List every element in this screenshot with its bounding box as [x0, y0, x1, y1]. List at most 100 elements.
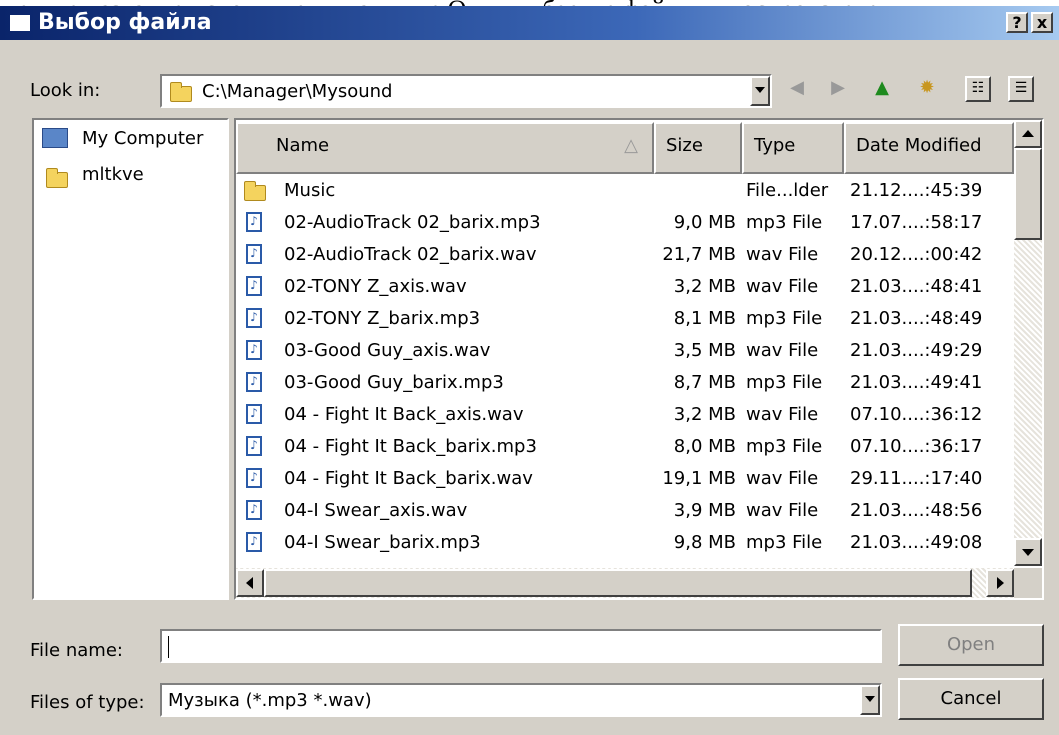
- look-in-dropdown-button[interactable]: [750, 76, 770, 106]
- look-in-combo[interactable]: C:\Manager\Mysound: [160, 74, 772, 108]
- file-row[interactable]: ♪ 02-TONY Z_barix.mp3 8,1 MB mp3 File 21.03.…: [236, 306, 1014, 334]
- column-header-type[interactable]: Type: [742, 122, 844, 174]
- file-size-cell: 19,1 MB: [662, 468, 736, 489]
- file-row[interactable]: ♪ 04 - Fight It Back_barix.wav 19,1 MB wav …: [236, 466, 1014, 494]
- audio-file-icon: ♪: [246, 340, 262, 360]
- file-name-cell: 04 - Fight It Back_axis.wav: [284, 404, 524, 425]
- new-folder-icon[interactable]: ✹: [915, 76, 939, 100]
- folder-icon: [170, 82, 192, 102]
- close-button[interactable]: x: [1031, 12, 1053, 33]
- places-item-my-computer[interactable]: My Computer: [40, 126, 225, 156]
- cancel-button-label: Cancel: [940, 688, 1002, 709]
- scroll-right-button[interactable]: [986, 569, 1014, 597]
- chevron-down-icon: [865, 696, 875, 702]
- column-header-size[interactable]: Size: [654, 122, 742, 174]
- file-rows: Music File...lder 21.12....:45:39 ♪ 02-Audio…: [236, 178, 1014, 568]
- file-size-cell: 3,2 MB: [673, 404, 736, 425]
- file-row[interactable]: ♪ 03-Good Guy_axis.wav 3,5 MB wav File 21.03…: [236, 338, 1014, 366]
- file-row[interactable]: ♪ 04 - Fight It Back_barix.mp3 8,0 MB mp3 F…: [236, 434, 1014, 462]
- file-date-cell: 17.07....:58:17: [850, 212, 983, 233]
- file-date-cell: 21.03....:48:41: [850, 276, 983, 297]
- file-size-cell: 8,7 MB: [673, 372, 736, 393]
- folder-icon: [244, 181, 266, 201]
- file-name-cell: 03-Good Guy_axis.wav: [284, 340, 491, 361]
- file-type-cell: mp3 File: [746, 436, 823, 457]
- chevron-right-icon: [997, 577, 1004, 589]
- files-of-type-label: Files of type:: [30, 692, 145, 713]
- file-size-cell: 9,8 MB: [673, 532, 736, 553]
- file-row[interactable]: ♪ 04-I Swear_barix.mp3 9,8 MB mp3 File 21.03…: [236, 530, 1014, 558]
- file-name-cell: 04 - Fight It Back_barix.mp3: [284, 436, 537, 457]
- file-name-cell: 02-AudioTrack 02_barix.wav: [284, 244, 537, 265]
- files-of-type-value: Музыка (*.mp3 *.wav): [168, 690, 372, 711]
- file-type-cell: mp3 File: [746, 212, 823, 233]
- file-row[interactable]: ♪ 02-AudioTrack 02_barix.wav 21,7 MB wav Fi…: [236, 242, 1014, 270]
- column-header-date[interactable]: Date Modified: [844, 122, 1014, 174]
- audio-file-icon: ♪: [246, 308, 262, 328]
- file-size-cell: 3,5 MB: [673, 340, 736, 361]
- audio-file-icon: ♪: [246, 436, 262, 456]
- scroll-down-button[interactable]: [1014, 538, 1042, 566]
- file-type-cell: wav File: [746, 244, 819, 265]
- file-size-cell: 3,9 MB: [673, 500, 736, 521]
- files-of-type-select[interactable]: Музыка (*.mp3 *.wav): [160, 683, 882, 717]
- forward-icon[interactable]: ▶: [826, 76, 850, 100]
- file-row[interactable]: ♪ 04 - Fight It Back_axis.wav 3,2 MB wav Fi…: [236, 402, 1014, 430]
- file-name-cell: 04-I Swear_barix.mp3: [284, 532, 481, 553]
- file-size-cell: 3,2 MB: [673, 276, 736, 297]
- file-type-cell: File...lder: [746, 180, 829, 201]
- file-row[interactable]: ♪ 02-TONY Z_axis.wav 3,2 MB wav File 21.03..…: [236, 274, 1014, 302]
- chevron-left-icon: [246, 577, 253, 589]
- chevron-up-icon: [1022, 130, 1034, 137]
- file-type-cell: wav File: [746, 404, 819, 425]
- file-row[interactable]: Music File...lder 21.12....:45:39: [236, 178, 1014, 206]
- file-date-cell: 21.03....:49:29: [850, 340, 983, 361]
- places-item-mltkve[interactable]: mltkve: [40, 162, 225, 192]
- open-button-label: Open: [946, 634, 996, 655]
- column-header-label: Name: [276, 135, 330, 156]
- file-name-input[interactable]: [160, 629, 882, 663]
- help-button[interactable]: ?: [1006, 12, 1028, 33]
- file-type-cell: mp3 File: [746, 372, 823, 393]
- scroll-thumb[interactable]: [1014, 148, 1042, 240]
- file-date-cell: 07.10....:36:12: [850, 404, 983, 425]
- audio-file-icon: ♪: [246, 276, 262, 296]
- file-name-cell: 04-I Swear_axis.wav: [284, 500, 468, 521]
- text-caret: [168, 636, 169, 658]
- scroll-up-button[interactable]: [1014, 120, 1042, 148]
- file-date-cell: 20.12....:00:42: [850, 244, 983, 265]
- file-name-cell: 02-AudioTrack 02_barix.mp3: [284, 212, 541, 233]
- file-name-label: File name:: [30, 640, 123, 661]
- files-of-type-dropdown-button[interactable]: [860, 685, 880, 715]
- file-type-cell: wav File: [746, 276, 819, 297]
- back-icon[interactable]: ◀: [785, 76, 809, 100]
- file-type-cell: wav File: [746, 468, 819, 489]
- audio-file-icon: ♪: [246, 244, 262, 264]
- audio-file-icon: ♪: [246, 500, 262, 520]
- cancel-button[interactable]: Cancel: [898, 678, 1044, 720]
- file-row[interactable]: ♪ 02-AudioTrack 02_barix.mp3 9,0 MB mp3 Fil…: [236, 210, 1014, 238]
- file-row[interactable]: ♪ 04-I Swear_axis.wav 3,9 MB wav File 21.03.…: [236, 498, 1014, 526]
- details-view-icon[interactable]: ☰: [1008, 76, 1034, 102]
- up-folder-icon[interactable]: ▲: [870, 76, 894, 100]
- file-date-cell: 21.12....:45:39: [850, 180, 983, 201]
- audio-file-icon: ♪: [246, 532, 262, 552]
- open-button[interactable]: Open: [898, 624, 1044, 666]
- column-header-name[interactable]: Name △: [236, 122, 654, 174]
- list-view-icon[interactable]: ☷: [965, 76, 991, 102]
- places-item-label: My Computer: [82, 128, 204, 149]
- audio-file-icon: ♪: [246, 468, 262, 488]
- window-title: Выбор файла: [38, 10, 212, 35]
- horizontal-scroll-thumb[interactable]: [264, 569, 972, 597]
- file-list: Name △ Size Type Date Modified Music File…: [234, 118, 1044, 600]
- file-type-cell: wav File: [746, 500, 819, 521]
- places-item-label: mltkve: [82, 164, 144, 185]
- scroll-left-button[interactable]: [236, 569, 264, 597]
- file-type-cell: mp3 File: [746, 308, 823, 329]
- file-size-cell: 21,7 MB: [662, 244, 736, 265]
- file-name-cell: Music: [284, 180, 336, 201]
- title-bar[interactable]: Выбор файла ? x: [0, 6, 1059, 40]
- scroll-corner: [1014, 568, 1042, 598]
- file-row[interactable]: ♪ 03-Good Guy_barix.mp3 8,7 MB mp3 File 21.0…: [236, 370, 1014, 398]
- file-date-cell: 21.03....:48:56: [850, 500, 983, 521]
